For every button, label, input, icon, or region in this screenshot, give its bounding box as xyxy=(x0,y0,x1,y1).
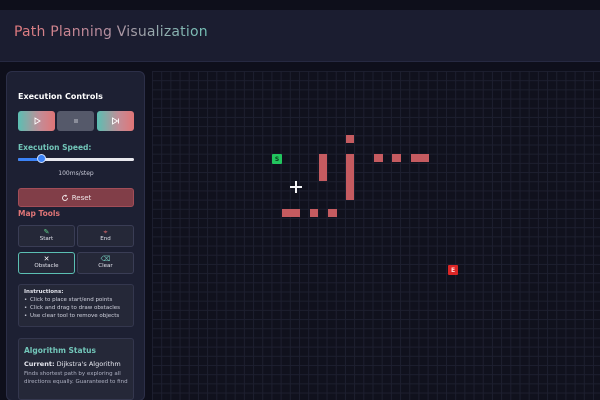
algorithm-current: Current: Dijkstra's Algorithm xyxy=(24,360,128,368)
instructions-list: Click to place start/end points Click an… xyxy=(24,297,128,321)
target-icon: ⌖ xyxy=(103,228,108,237)
app-header: Path Planning Visualization xyxy=(0,10,600,62)
execution-controls-title: Execution Controls xyxy=(18,92,103,101)
obstacle-cell[interactable] xyxy=(411,154,429,162)
start-marker[interactable]: S xyxy=(272,154,282,164)
obstacle-cell[interactable] xyxy=(310,209,318,217)
tool-obstacle-label: Obstacle xyxy=(34,263,59,270)
tool-end-button[interactable]: ⌖ End xyxy=(77,225,134,247)
algorithm-current-value: Dijkstra's Algorithm xyxy=(56,360,121,368)
obstacle-cell[interactable] xyxy=(282,209,300,217)
tool-clear-button[interactable]: ⌫ Clear xyxy=(77,252,134,274)
obstacle-cell[interactable] xyxy=(319,154,327,181)
stop-button[interactable] xyxy=(57,111,94,131)
instruction-item: Use clear tool to remove objects xyxy=(24,313,128,321)
page-title: Path Planning Visualization xyxy=(14,24,208,40)
eraser-icon: ⌫ xyxy=(100,255,111,264)
obstacle-cell[interactable] xyxy=(392,154,401,162)
obstacle-cell[interactable] xyxy=(328,209,337,217)
algorithm-status-box: Algorithm Status Current: Dijkstra's Alg… xyxy=(18,338,134,400)
algorithm-status-title: Algorithm Status xyxy=(24,346,96,355)
reset-button[interactable]: Reset xyxy=(18,188,134,207)
step-button[interactable] xyxy=(97,111,134,131)
close-icon: ✕ xyxy=(43,255,50,264)
tool-obstacle-button[interactable]: ✕ Obstacle xyxy=(18,252,75,274)
grid-canvas[interactable] xyxy=(152,71,600,400)
execution-speed-title: Execution Speed: xyxy=(18,143,92,152)
tool-start-label: Start xyxy=(39,236,54,243)
tool-end-label: End xyxy=(100,236,111,243)
obstacle-cell[interactable] xyxy=(374,154,383,162)
instruction-item: Click to place start/end points xyxy=(24,297,128,305)
algorithm-current-label: Current: xyxy=(24,360,55,368)
tool-start-button[interactable]: ✎ Start xyxy=(18,225,75,247)
obstacle-cell[interactable] xyxy=(346,154,354,200)
stop-icon xyxy=(73,119,78,123)
map-tools-title: Map Tools xyxy=(18,209,60,218)
pin-icon: ✎ xyxy=(43,228,50,237)
speed-slider-thumb[interactable] xyxy=(36,154,46,163)
instructions-box: Instructions: Click to place start/end p… xyxy=(18,284,134,327)
algorithm-description: Finds shortest path by exploring all dir… xyxy=(24,371,128,385)
rotate-icon xyxy=(61,194,68,201)
play-button[interactable] xyxy=(18,111,55,131)
end-marker[interactable]: E xyxy=(448,265,458,275)
app-window: Path Planning Visualization Execution Co… xyxy=(0,0,600,400)
crosshair-cursor-icon xyxy=(290,181,302,193)
speed-value-label: 100ms/step xyxy=(58,170,94,177)
instruction-item: Click and drag to draw obstacles xyxy=(24,305,128,313)
tool-clear-label: Clear xyxy=(98,263,113,270)
reset-label: Reset xyxy=(71,193,92,202)
step-icon xyxy=(112,117,119,125)
obstacle-cell[interactable] xyxy=(346,135,354,143)
speed-slider[interactable] xyxy=(18,154,134,163)
play-icon xyxy=(34,117,41,125)
instructions-title: Instructions: xyxy=(24,289,64,295)
